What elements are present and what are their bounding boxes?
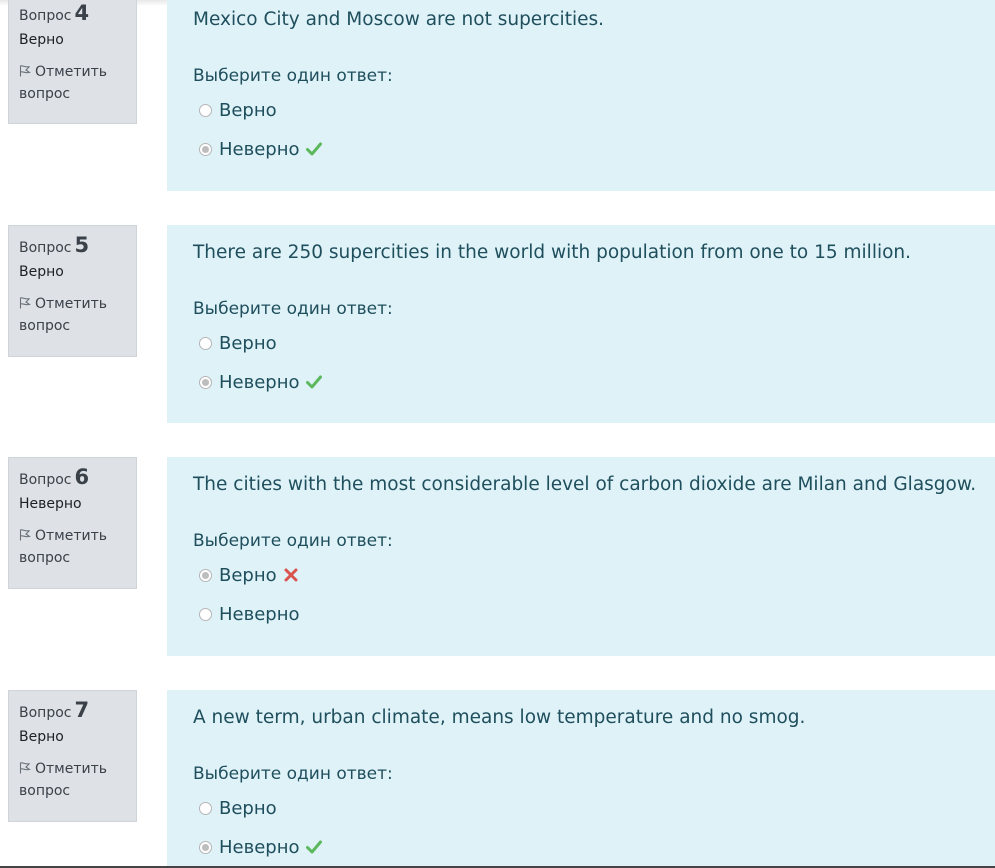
answer-option-false[interactable]: Неверно — [199, 836, 322, 858]
question-info: Вопрос 6 Неверно Отметить вопрос — [8, 457, 137, 589]
flag-label-line1: Отметить — [35, 296, 108, 312]
answer-label-true: Верно — [219, 564, 277, 586]
question-number: 7 — [74, 698, 90, 722]
flag-label-line2: вопрос — [19, 783, 71, 799]
flag-label-line2: вопрос — [19, 550, 71, 566]
radio-true[interactable] — [199, 103, 212, 117]
question-text: There are 250 supercities in the world w… — [193, 242, 912, 263]
question-state: Верно — [19, 264, 64, 280]
check-icon — [305, 375, 322, 389]
radio-false-selected[interactable] — [199, 840, 212, 854]
question-text: A new term, urban climate, means low tem… — [193, 707, 806, 728]
answer-label-true: Верно — [219, 332, 277, 354]
flag-question-link[interactable]: Отметить вопрос — [19, 61, 126, 105]
question-label: Вопрос — [19, 240, 72, 256]
radio-false-selected[interactable] — [199, 142, 212, 156]
question-info: Вопрос 5 Верно Отметить вопрос — [8, 225, 137, 357]
flag-label-line2: вопрос — [19, 318, 71, 334]
flag-icon — [19, 529, 31, 541]
question-number: 5 — [74, 233, 90, 257]
answer-option-false[interactable]: Неверно — [199, 603, 300, 625]
flag-label-line1: Отметить — [35, 761, 108, 777]
radio-true-selected[interactable] — [199, 568, 212, 582]
question-state: Неверно — [19, 496, 82, 512]
answer-label-true: Верно — [219, 99, 277, 121]
answer-prompt: Выберите один ответ: — [193, 764, 393, 784]
question-info: Вопрос 7 Верно Отметить вопрос — [8, 690, 137, 822]
answer-option-true[interactable]: Верно — [199, 564, 299, 586]
question-label: Вопрос — [19, 8, 72, 24]
question-number-line: Вопрос 4 — [19, 1, 126, 25]
answer-prompt: Выберите один ответ: — [193, 66, 393, 86]
radio-false-selected[interactable] — [199, 375, 212, 389]
question-text: Mexico City and Moscow are not superciti… — [193, 9, 604, 30]
radio-false[interactable] — [199, 607, 212, 621]
answer-option-false[interactable]: Неверно — [199, 138, 322, 160]
question-info: Вопрос 4 Верно Отметить вопрос — [8, 0, 137, 124]
question-number: 4 — [74, 1, 90, 25]
question-state: Верно — [19, 729, 64, 745]
radio-true[interactable] — [199, 336, 212, 350]
check-icon — [305, 840, 322, 854]
question-number-line: Вопрос 6 — [19, 465, 126, 489]
answer-prompt: Выберите один ответ: — [193, 531, 393, 551]
answer-option-true[interactable]: Верно — [199, 99, 277, 121]
question-label: Вопрос — [19, 705, 72, 721]
question-content: The cities with the most considerable le… — [167, 457, 995, 656]
answer-label-false: Неверно — [219, 836, 300, 858]
answer-label-false: Неверно — [219, 603, 300, 625]
question-state: Верно — [19, 32, 64, 48]
flag-icon — [19, 65, 31, 77]
flag-question-link[interactable]: Отметить вопрос — [19, 758, 126, 802]
answer-option-true[interactable]: Верно — [199, 797, 277, 819]
radio-true[interactable] — [199, 801, 212, 815]
question-content: A new term, urban climate, means low tem… — [167, 690, 995, 868]
flag-icon — [19, 297, 31, 309]
question-number-line: Вопрос 5 — [19, 233, 126, 257]
answer-prompt: Выберите один ответ: — [193, 299, 393, 319]
flag-label-line1: Отметить — [35, 528, 108, 544]
question-content: There are 250 supercities in the world w… — [167, 225, 995, 423]
check-icon — [305, 142, 322, 156]
flag-label-line2: вопрос — [19, 86, 71, 102]
question-number: 6 — [74, 465, 90, 489]
cross-icon — [284, 568, 298, 582]
answer-option-true[interactable]: Верно — [199, 332, 277, 354]
flag-question-link[interactable]: Отметить вопрос — [19, 525, 126, 569]
flag-question-link[interactable]: Отметить вопрос — [19, 293, 126, 337]
answer-option-false[interactable]: Неверно — [199, 371, 322, 393]
question-text: The cities with the most considerable le… — [193, 474, 977, 495]
answer-label-false: Неверно — [219, 371, 300, 393]
flag-label-line1: Отметить — [35, 64, 108, 80]
question-label: Вопрос — [19, 472, 72, 488]
question-content: Mexico City and Moscow are not superciti… — [167, 0, 995, 191]
flag-icon — [19, 762, 31, 774]
answer-label-true: Верно — [219, 797, 277, 819]
question-number-line: Вопрос 7 — [19, 698, 126, 722]
answer-label-false: Неверно — [219, 138, 300, 160]
